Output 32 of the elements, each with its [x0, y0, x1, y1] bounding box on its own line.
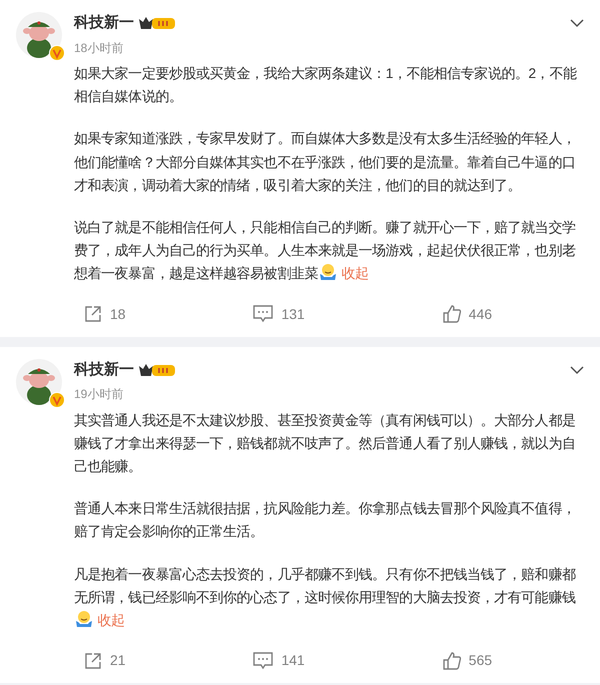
post-paragraph: 说白了就是不能相信任何人，只能相信自己的判断。赚了就开心一下，赔了就当交学费了，成年人为自己的行为买单。人生本来就是一场游戏，起起伏伏很正常，也别老想着一夜暴富，越是这样越容易被割韭菜 收起 — [74, 218, 576, 284]
chevron-down-icon[interactable] — [570, 18, 584, 28]
repost-count: 21 — [110, 651, 126, 670]
post-time: 19小时前 — [74, 386, 124, 404]
post-paragraph: 凡是抱着一夜暴富心态去投资的，几乎都赚不到钱。只有你不把钱当钱了，赔和赚都无所谓，钱已经影响不到你的心态了，这时候你用理智的大脑去投资，才有可能赚钱 收起 — [74, 564, 576, 632]
comment-icon[interactable] — [253, 652, 274, 670]
post-paragraph: 其实普通人我还是不太建议炒股、甚至投资黄金等（真有闲钱可以）。大部分人都是赚钱了才拿出来得瑟一下，赔钱都就不吱声了。然后普通人看了别人赚钱，就以为自己也能赚。 — [74, 410, 576, 476]
avatar[interactable] — [16, 12, 62, 58]
author-name[interactable]: 科技新一 — [74, 12, 134, 34]
shrug-emoji-icon — [318, 262, 338, 282]
shrug-emoji-icon — [74, 609, 94, 630]
member-crown-badge-icon — [138, 362, 176, 378]
post-paragraph: 如果大家一定要炒股或买黄金，我给大家两条建议：1，不能相信专家说的。2，不能相信自媒体说的。 — [74, 64, 578, 106]
thumbs-up-icon[interactable] — [442, 652, 461, 670]
verified-badge-icon — [49, 392, 65, 408]
verified-badge-icon — [49, 45, 65, 61]
comment-count: 131 — [281, 304, 305, 324]
comment-icon[interactable] — [253, 305, 274, 324]
avatar[interactable] — [16, 358, 62, 405]
author-name[interactable]: 科技新一 — [74, 358, 134, 382]
member-crown-badge-icon — [138, 15, 176, 32]
repost-count: 18 — [110, 304, 126, 324]
share-icon[interactable] — [84, 652, 102, 670]
share-icon[interactable] — [84, 305, 102, 324]
like-count: 565 — [468, 651, 492, 670]
like-count: 446 — [468, 304, 492, 324]
chevron-down-icon[interactable] — [570, 364, 584, 375]
post-paragraph: 如果专家知道涨跌，专家早发财了。而自媒体大多数是没有太多生活经验的年轻人，他们能懂啥？大部分自媒体其实也不在乎涨跌，他们要的是流量。靠着自己牛逼的口才和表演，调动着大家的情绪，吸引着大家的关注，他们的目的就达到了。 — [74, 129, 576, 195]
comment-count: 141 — [281, 651, 305, 670]
post-time: 18小时前 — [74, 40, 124, 56]
thumbs-up-icon[interactable] — [442, 305, 461, 324]
post-paragraph: 普通人本来日常生活就很拮据，抗风险能力差。你拿那点钱去冒那个风险真不值得，赔了肯定会影响你的正常生活。 — [74, 499, 576, 542]
